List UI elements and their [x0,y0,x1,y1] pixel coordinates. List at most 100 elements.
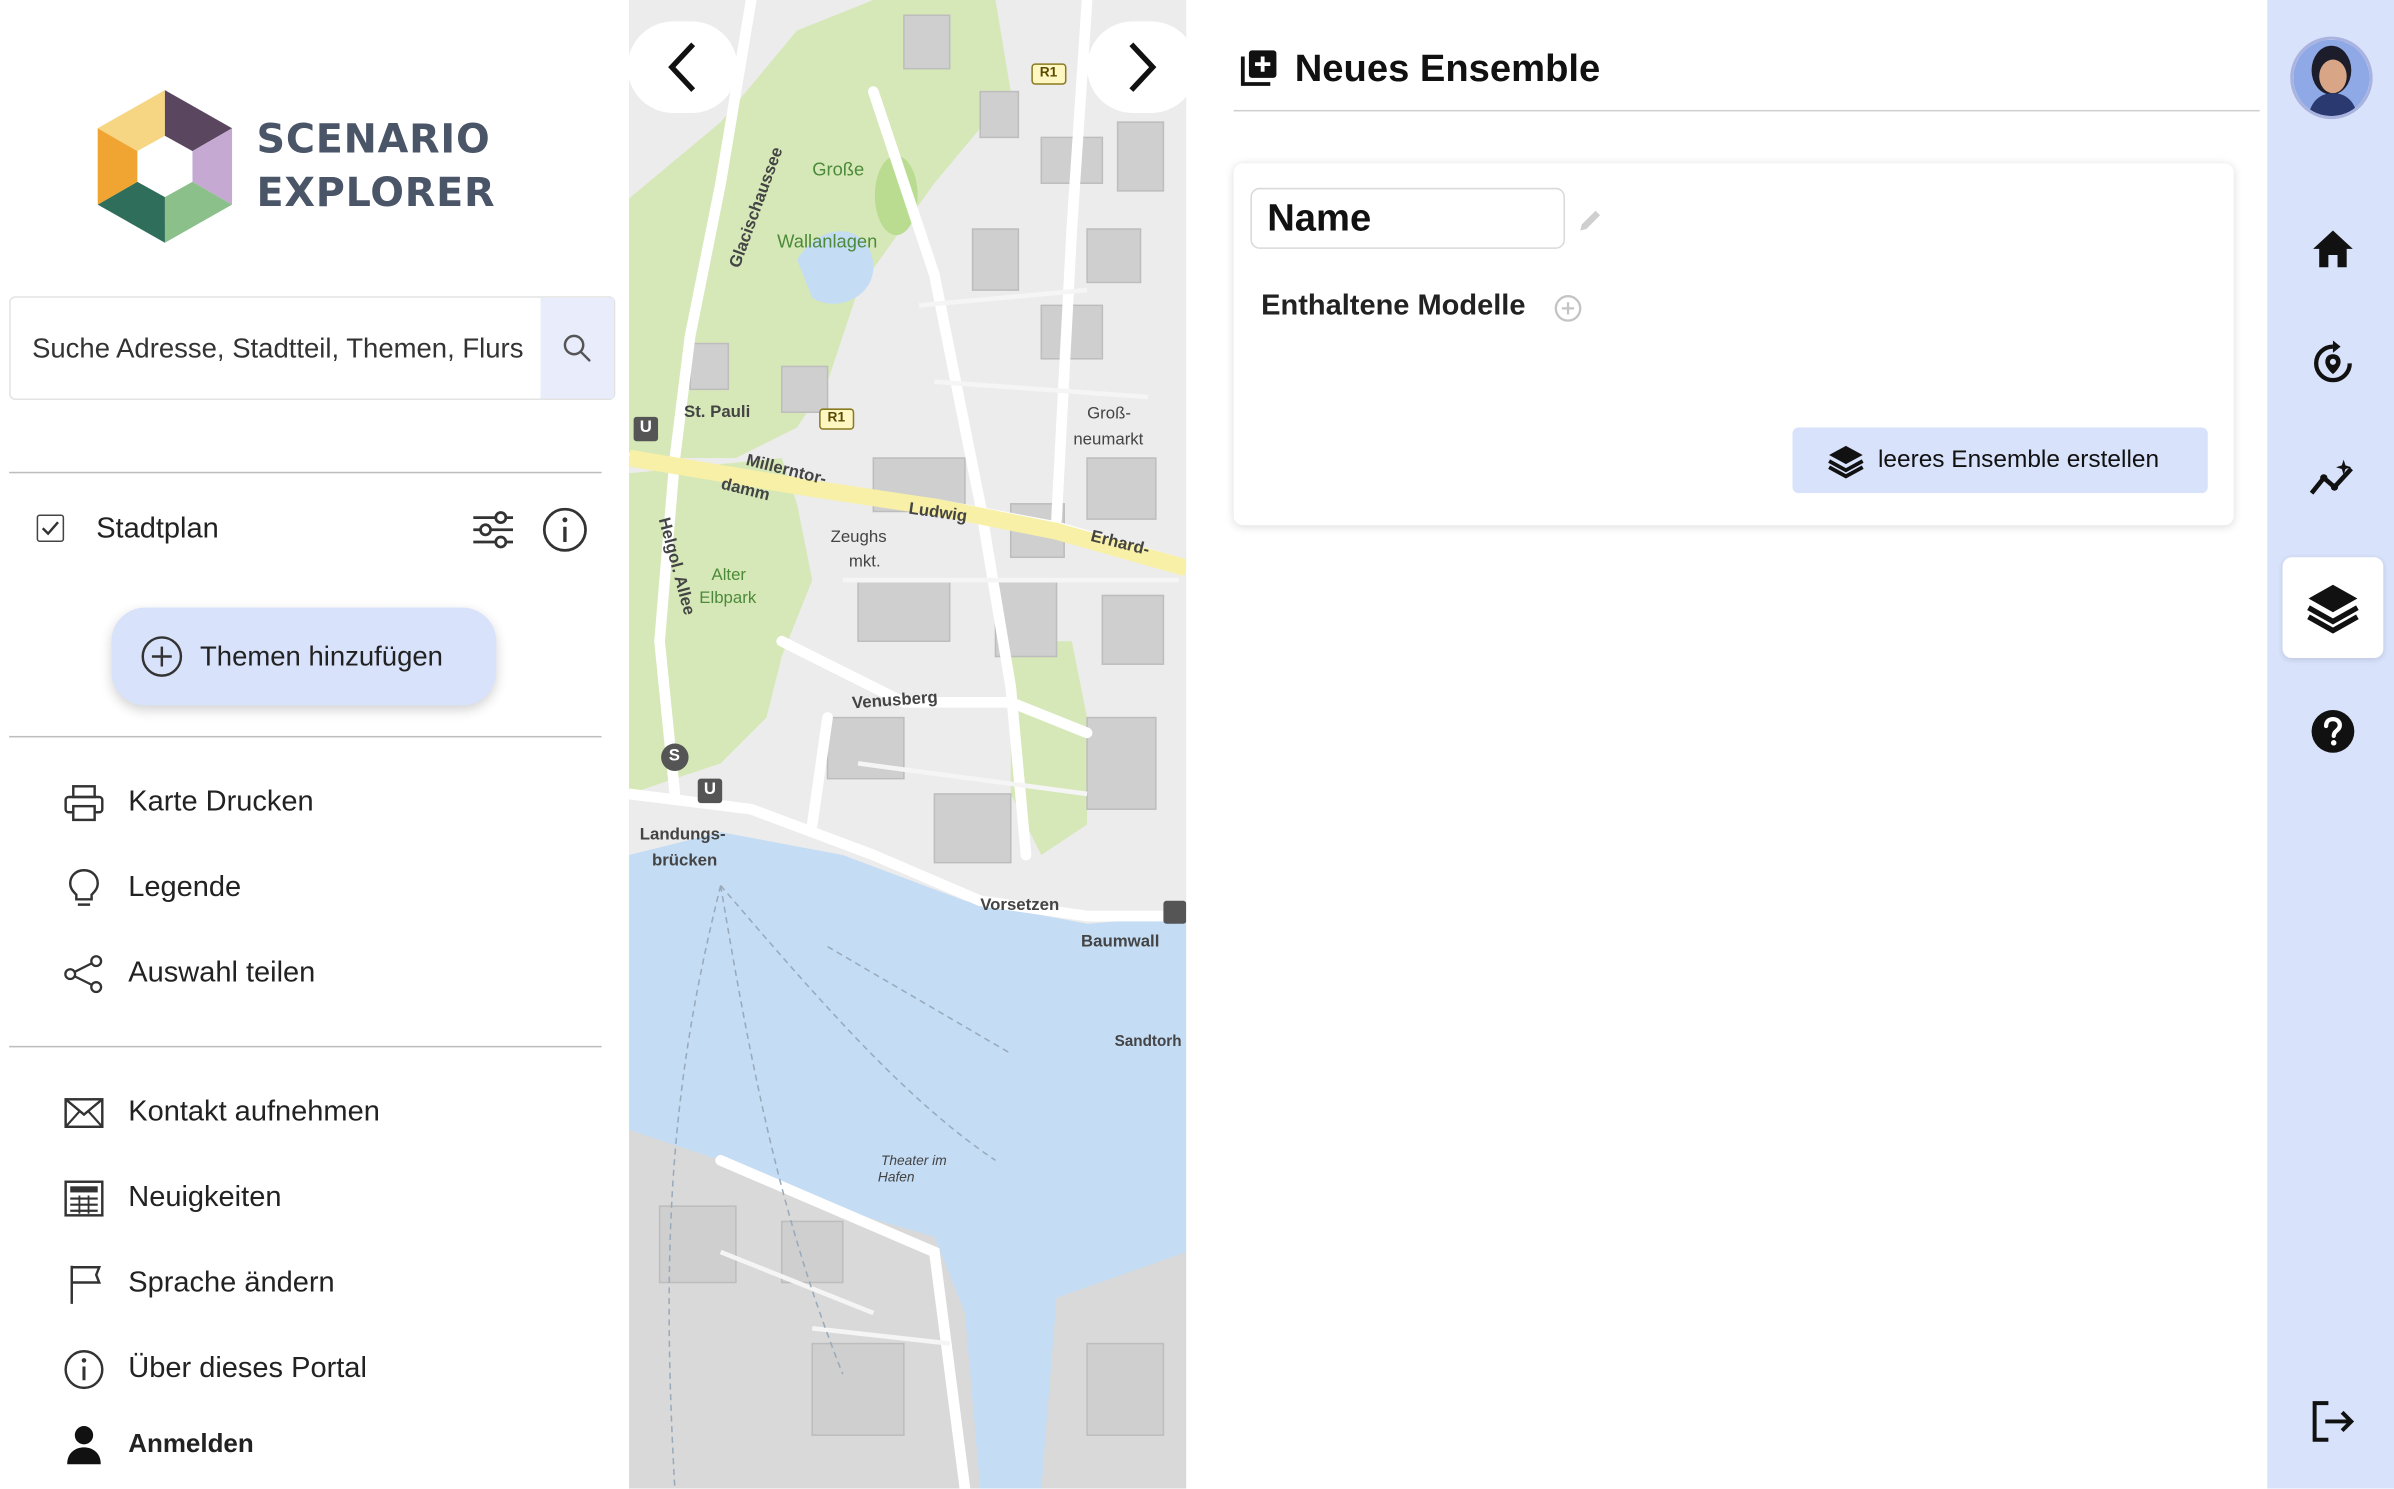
logout-icon [2312,1401,2355,1442]
map-label: Baumwall [1080,932,1160,952]
map-label: neumarkt [1073,430,1144,449]
panel-header: Neues Ensemble [1233,43,2260,112]
share-icon [61,951,107,997]
ensemble-name-input[interactable] [1250,187,1565,249]
map-canvas[interactable] [629,0,1187,1489]
contained-models-label: Enthaltene Modelle [1261,290,1526,323]
menu-contact[interactable]: Kontakt aufnehmen [61,1090,380,1136]
analytics-button[interactable] [2283,428,2384,529]
search-button[interactable] [540,297,614,399]
sidebar: SCENARIO EXPLORER Stadtplan [0,0,630,1489]
logout-button[interactable] [2283,1371,2384,1472]
ensemble-card: Enthaltene Modelle leeres Ensemble erste… [1233,163,2234,526]
home-button[interactable] [2283,198,2384,299]
map-prev-button[interactable] [629,21,738,113]
library-add-icon [1240,50,1277,86]
menu-label: Neuigkeiten [128,1181,282,1214]
info-icon [61,1347,107,1393]
chevron-right-icon [1129,42,1157,92]
map-label: Theater im [880,1152,947,1169]
map-label: Landungs- [639,825,726,845]
sliders-icon [473,511,514,549]
divider [9,471,602,474]
envelope-icon [61,1090,107,1136]
newspaper-icon [61,1176,107,1222]
map-label: St. Pauli [684,403,751,422]
stadtplan-checkbox[interactable] [36,514,65,543]
user-avatar-icon [2293,39,2370,117]
menu-label: Auswahl teilen [128,957,316,990]
map-label: mkt. [848,552,881,572]
menu-share-selection[interactable]: Auswahl teilen [61,951,315,997]
map-label: Vorsetzen [980,896,1060,915]
menu-change-language[interactable]: Sprache ändern [61,1261,335,1307]
map-label: Groß- [1087,404,1131,423]
menu-print-map[interactable]: Karte Drucken [61,780,314,826]
plus-circle-icon [141,636,183,677]
check-icon [41,521,59,536]
add-themes-button[interactable]: Themen hinzufügen [111,607,497,706]
user-icon [61,1421,107,1467]
search-box [9,296,616,401]
home-icon [2313,230,2353,268]
printer-icon [61,780,107,826]
menu-label: Über dieses Portal [128,1352,367,1385]
layers-icon [1828,445,1864,478]
layers-icon [2307,584,2359,634]
map-label: U [703,780,716,799]
add-themes-label: Themen hinzufügen [200,640,443,672]
map-label: R1 [827,409,846,425]
add-circle-icon[interactable] [1553,293,1584,324]
search-input[interactable] [10,297,539,399]
map-label: Sandtorh [1114,1033,1182,1051]
app-window: SCENARIO EXPLORER Stadtplan [0,0,2394,1489]
map-label: Wallanlagen [777,230,878,252]
create-button-label: leeres Ensemble erstellen [1877,446,2160,473]
help-icon [2311,709,2355,753]
page-title: Neues Ensemble [1294,47,1601,91]
scenario-cycle-icon [2314,340,2352,383]
divider [9,1045,602,1048]
divider [9,735,602,738]
map-label: R1 [1039,64,1058,80]
chevron-left-icon [668,42,696,92]
map-label: brücken [651,851,718,871]
layer-info-button[interactable] [540,505,589,561]
layers-button[interactable] [2282,557,2384,659]
menu-about-portal[interactable]: Über dieses Portal [61,1347,367,1393]
menu-news[interactable]: Neuigkeiten [61,1176,281,1222]
app-name: SCENARIO EXPLORER [257,115,496,222]
map-label: Große [812,158,865,181]
hexagon-logo-icon [97,90,233,243]
menu-login[interactable]: Anmelden [61,1421,254,1467]
right-toolbar [2267,0,2394,1489]
map-label: Elbpark [699,589,757,608]
map-label: Zeughs [830,528,887,547]
menu-label: Anmelden [128,1429,254,1459]
ensemble-panel: Neues Ensemble Enthaltene Modelle leeres… [1186,0,2268,1489]
lightbulb-icon [61,866,107,912]
pencil-icon[interactable] [1577,206,1604,233]
menu-legend[interactable]: Legende [61,866,241,912]
layer-settings-button[interactable] [470,507,516,560]
menu-label: Sprache ändern [128,1267,335,1300]
menu-label: Karte Drucken [128,786,314,819]
info-icon [542,507,587,552]
map-label: U [639,418,652,437]
layer-item-stadtplan: Stadtplan [36,504,602,556]
map-next-button[interactable] [1087,21,1187,113]
app-name-line1: SCENARIO [256,117,491,164]
app-logo[interactable]: SCENARIO EXPLORER [92,87,495,246]
scenario-button[interactable] [2283,313,2384,414]
map-view[interactable]: Große Wallanlagen St. Pauli Millerntor- … [629,0,1187,1489]
help-button[interactable] [2283,681,2384,782]
chart-sparkle-icon [2309,459,2353,495]
menu-label: Legende [128,871,242,904]
map-label: S [668,746,680,765]
app-name-line2: EXPLORER [256,171,496,217]
avatar[interactable] [2290,36,2373,120]
create-empty-ensemble-button[interactable]: leeres Ensemble erstellen [1792,427,2208,494]
stadtplan-label: Stadtplan [96,513,219,546]
menu-label: Kontakt aufnehmen [128,1096,380,1129]
flag-icon [61,1261,107,1307]
